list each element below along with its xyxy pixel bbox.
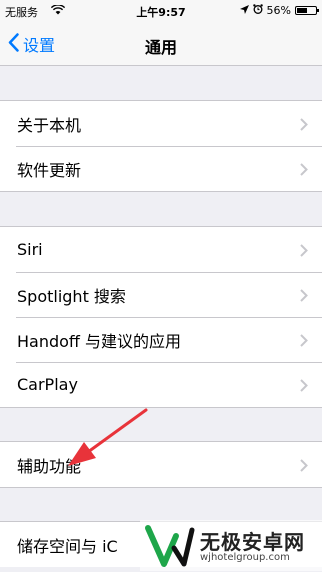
- watermark-logo-icon: [144, 524, 196, 572]
- watermark: 无极安卓网 wjhotelgroup.com: [140, 520, 322, 571]
- annotation-arrow: [68, 408, 148, 466]
- watermark-url: wjhotelgroup.com: [200, 552, 290, 563]
- watermark-title: 无极安卓网: [200, 530, 305, 554]
